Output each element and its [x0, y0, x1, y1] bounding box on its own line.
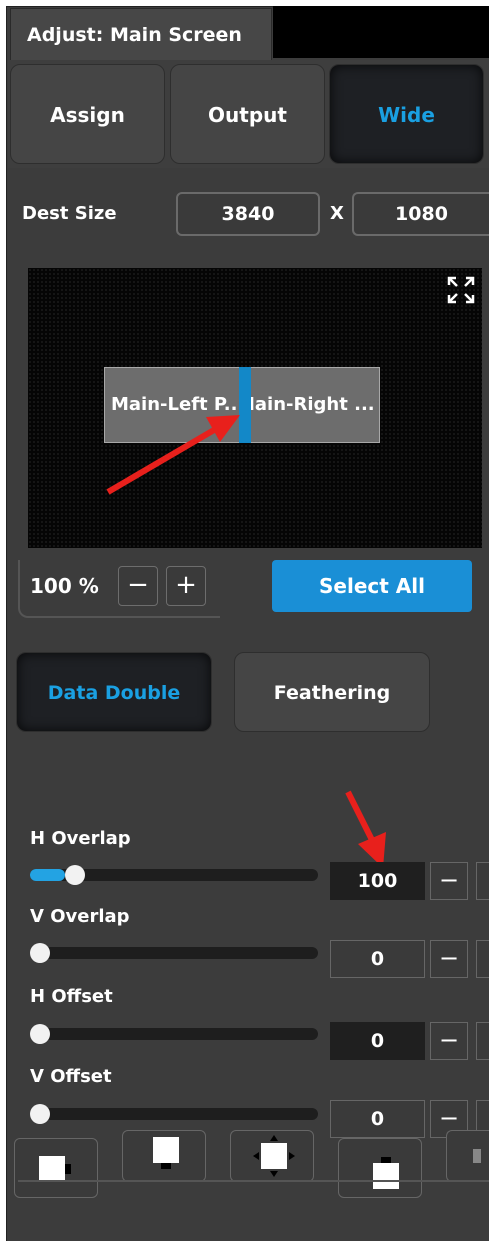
align-bottom-icon: [153, 1137, 179, 1169]
align-more-button[interactable]: [446, 1130, 489, 1182]
v-overlap-label: V Overlap: [30, 906, 130, 927]
h-offset-decrement[interactable]: −: [430, 1022, 468, 1060]
layer-main-right[interactable]: Main-Right ...: [242, 367, 380, 443]
panel-title: Adjust: Main Screen: [10, 8, 272, 60]
dest-size-label: Dest Size: [22, 203, 117, 224]
slider-handle[interactable]: [30, 1104, 50, 1124]
v-overlap-increment[interactable]: [476, 940, 489, 978]
align-top-button[interactable]: [338, 1138, 422, 1198]
h-offset-value[interactable]: 0: [330, 1022, 425, 1060]
tab-assign[interactable]: Assign: [10, 64, 165, 164]
fullscreen-icon[interactable]: [447, 276, 475, 304]
dest-height-field[interactable]: 1080: [352, 192, 489, 236]
v-offset-label: V Offset: [30, 1066, 112, 1087]
slider-handle[interactable]: [30, 1024, 50, 1044]
v-offset-slider[interactable]: [30, 1104, 318, 1124]
slider-handle[interactable]: [30, 943, 50, 963]
h-offset-slider[interactable]: [30, 1024, 318, 1044]
v-overlap-decrement[interactable]: −: [430, 940, 468, 978]
bottom-divider: [18, 1180, 489, 1182]
data-double-button[interactable]: Data Double: [16, 652, 212, 732]
overlap-region: [239, 367, 251, 443]
zoom-level: 100 %: [30, 574, 99, 598]
h-overlap-slider[interactable]: [30, 865, 318, 885]
feathering-button[interactable]: Feathering: [234, 652, 430, 732]
align-bottom-button[interactable]: [122, 1130, 206, 1182]
align-more-icon: [473, 1149, 481, 1163]
dest-size-separator: X: [330, 203, 344, 224]
select-all-button[interactable]: Select All: [272, 560, 472, 612]
align-top-icon: [373, 1157, 399, 1189]
slider-fill: [30, 869, 65, 881]
h-offset-increment[interactable]: [476, 1022, 489, 1060]
slider-handle[interactable]: [64, 865, 85, 885]
h-overlap-decrement[interactable]: −: [430, 862, 468, 900]
v-overlap-slider[interactable]: [30, 943, 318, 963]
zoom-in-button[interactable]: +: [166, 566, 206, 606]
h-overlap-label: H Overlap: [30, 828, 131, 849]
v-offset-value[interactable]: 0: [330, 1100, 425, 1138]
h-overlap-value[interactable]: 100: [330, 862, 425, 900]
zoom-out-button[interactable]: −: [118, 566, 158, 606]
h-offset-label: H Offset: [30, 986, 113, 1007]
align-right-icon: [39, 1156, 71, 1182]
align-center-button[interactable]: [230, 1130, 314, 1182]
h-overlap-increment[interactable]: [476, 862, 489, 900]
align-right-button[interactable]: [14, 1138, 98, 1198]
align-center-icon: [253, 1135, 295, 1177]
layer-main-left[interactable]: Main-Left P...: [104, 367, 242, 443]
tab-wide[interactable]: Wide: [329, 64, 484, 164]
tab-output[interactable]: Output: [170, 64, 325, 164]
title-bar-background: [273, 6, 489, 58]
dest-width-field[interactable]: 3840: [176, 192, 320, 236]
v-overlap-value[interactable]: 0: [330, 940, 425, 978]
